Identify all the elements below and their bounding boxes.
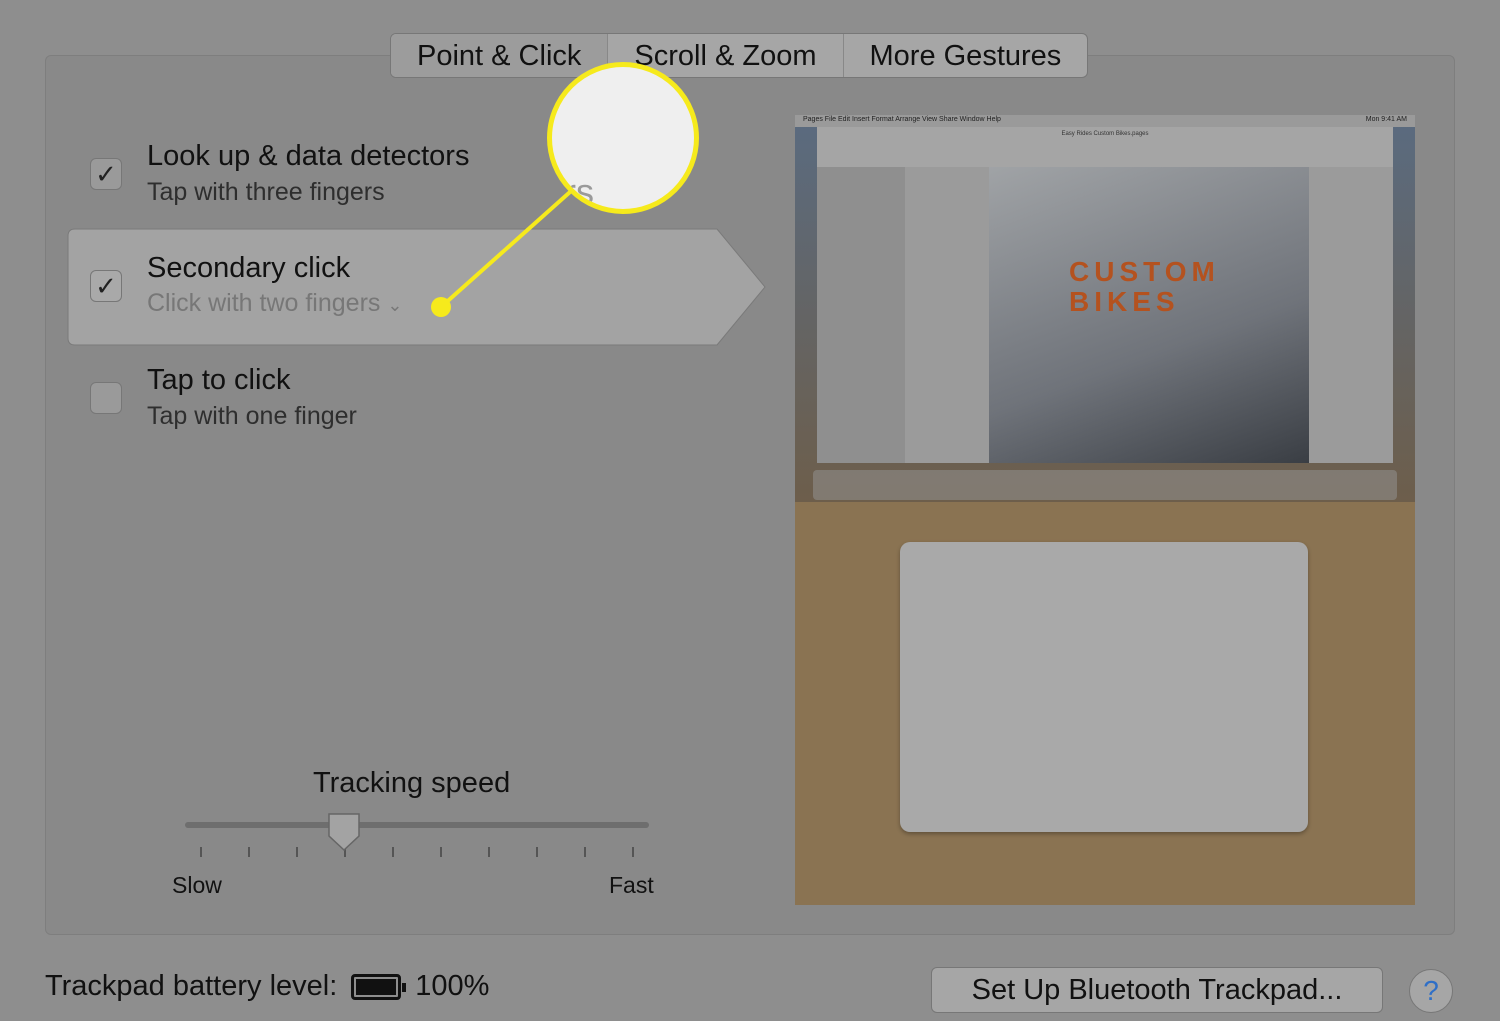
callout-pointer [431, 190, 572, 317]
